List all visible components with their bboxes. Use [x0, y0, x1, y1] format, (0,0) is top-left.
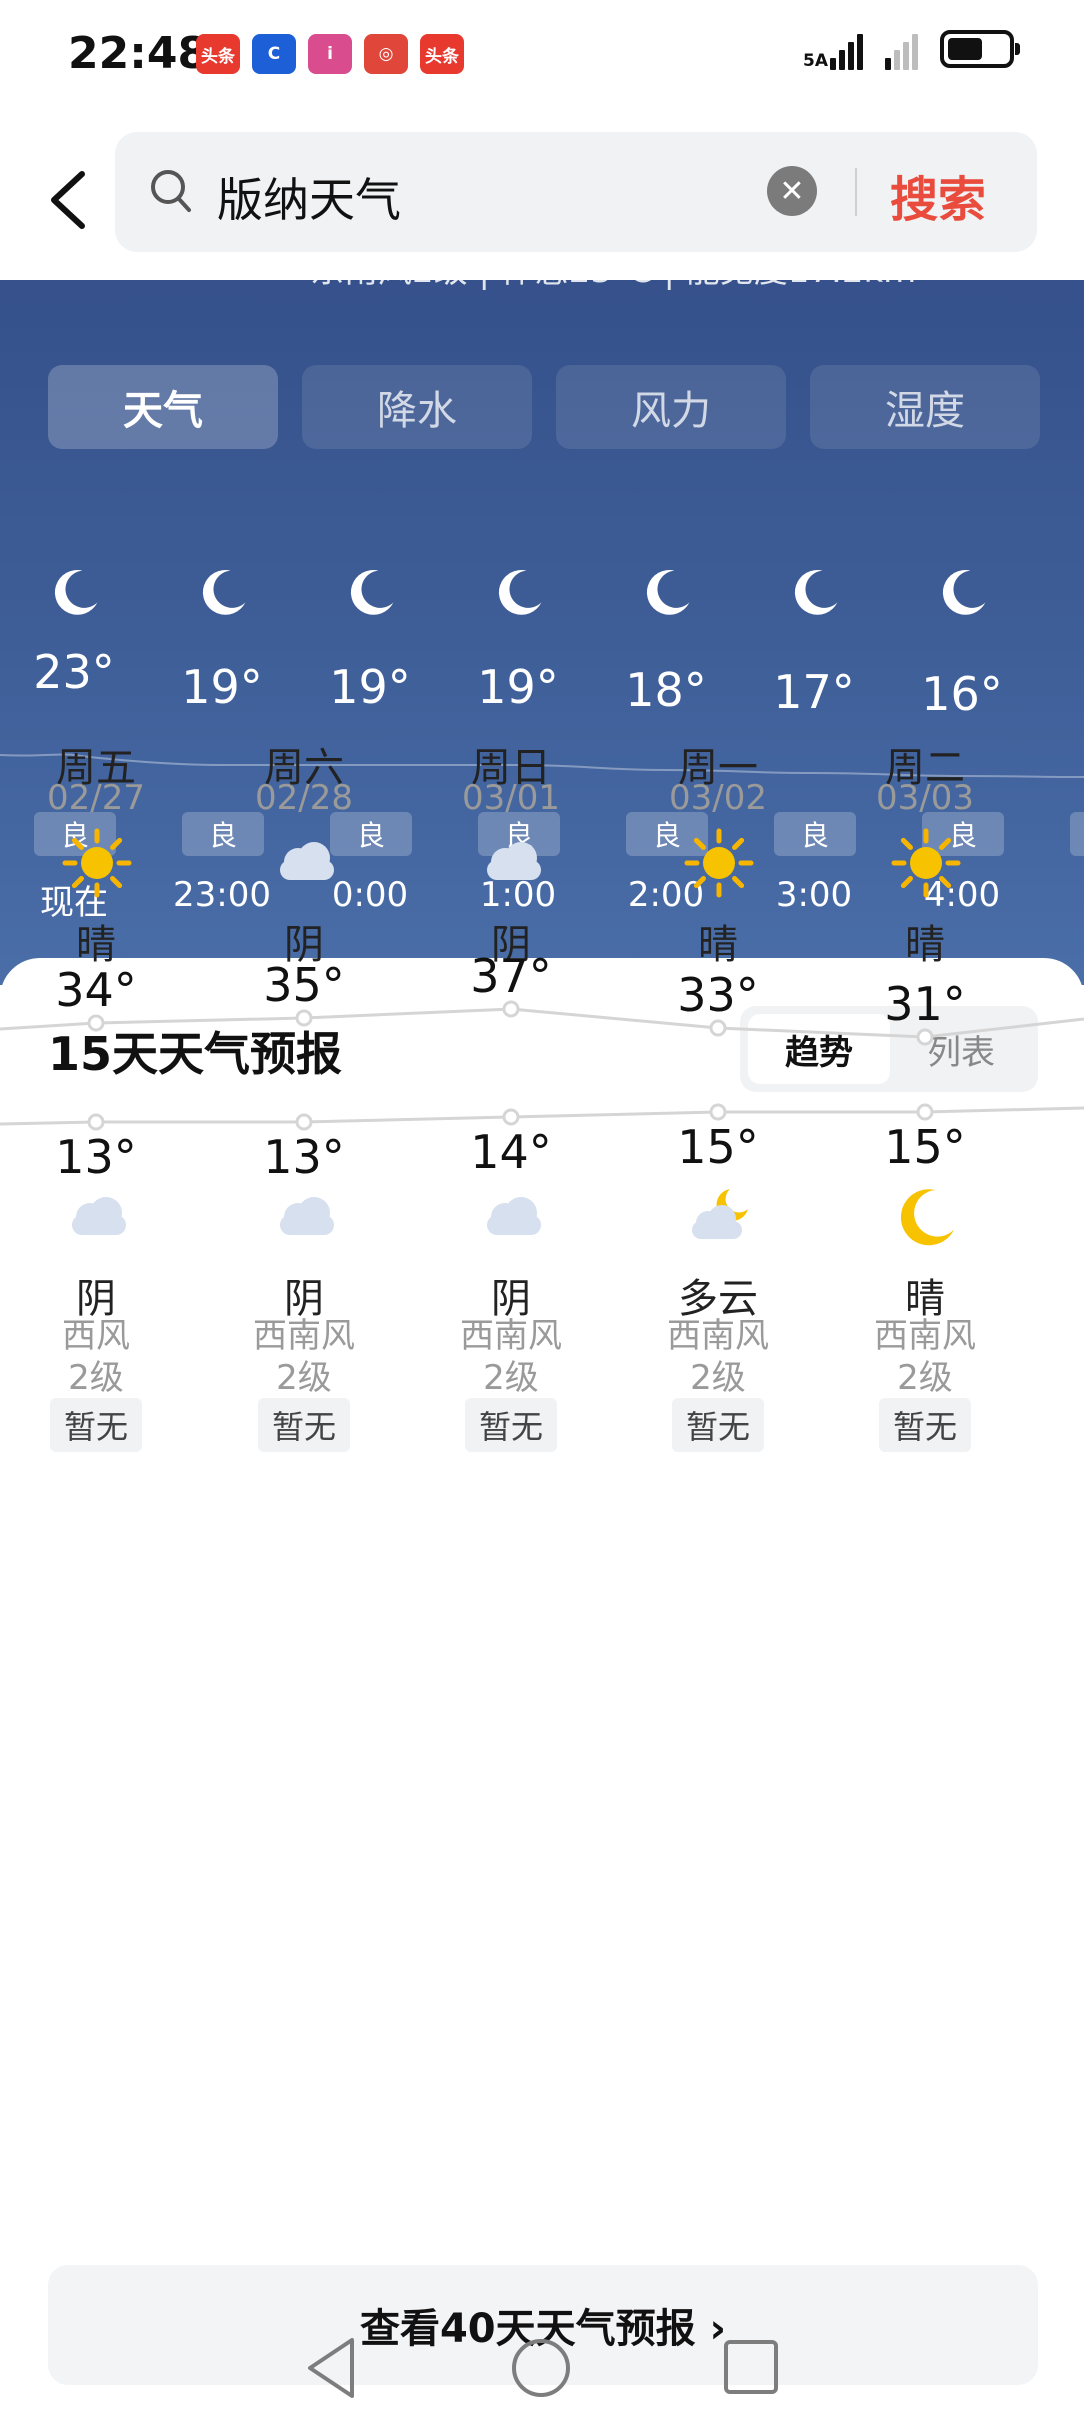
day-date: 03/02 — [669, 778, 767, 818]
search-button[interactable]: 搜索 — [890, 160, 986, 230]
moon-icon — [491, 565, 547, 625]
high-temp: 34° — [55, 963, 137, 1017]
cloud-icon — [477, 828, 547, 898]
hour-temp: 18° — [625, 663, 707, 717]
moon-icon — [639, 565, 695, 625]
app-i-icon: i — [308, 34, 352, 74]
moon-icon — [787, 565, 843, 625]
day-date: 03/03 — [876, 778, 974, 818]
high-temp: 37° — [470, 949, 552, 1003]
air-quality-badge: 暂无 — [465, 1398, 557, 1452]
low-temp: 14° — [470, 1125, 552, 1179]
wind-level: 2级 — [276, 1358, 332, 1398]
low-temp: 15° — [884, 1120, 966, 1174]
status-bar: 22:48 头条 C i ◎ 头条 5A — [0, 0, 1084, 110]
search-box[interactable]: 版纳天气 ✕ 搜索 — [115, 132, 1037, 252]
air-quality-badge: 暂无 — [672, 1398, 764, 1452]
search-input[interactable]: 版纳天气 — [217, 164, 401, 230]
wind-direction: 西南风 — [253, 1316, 355, 1356]
cloud-icon — [270, 1183, 340, 1253]
status-time: 22:48 — [68, 28, 209, 79]
high-temp: 33° — [677, 968, 759, 1022]
app-map-icon: ◎ — [364, 34, 408, 74]
forecast-card: 15天天气预报 趋势 列表 周五 02/27 晴 34° 13° 阴 西风 2级… — [0, 745, 1084, 2412]
air-quality-badge: 暂无 — [50, 1398, 142, 1452]
wind-level: 2级 — [483, 1358, 539, 1398]
notification-icons: 头条 C i ◎ 头条 — [196, 34, 464, 74]
cloud-icon — [477, 1183, 547, 1253]
clear-icon[interactable]: ✕ — [767, 166, 817, 216]
day-column[interactable]: 周五 02/27 晴 34° 13° 阴 西风 2级 暂无 — [0, 745, 196, 2412]
air-quality-badge: 暂无 — [258, 1398, 350, 1452]
toutiao-app-icon: 头条 — [196, 34, 240, 74]
hour-item: 17° 良 3:00 — [740, 265, 888, 985]
day-date: 02/28 — [255, 778, 353, 818]
sun-icon — [62, 828, 132, 898]
hour-temp: 19° — [477, 660, 559, 714]
day-column[interactable]: 周一 03/02 晴 33° 15° 多云 西南风 2级 暂无 — [618, 745, 818, 2412]
signal-2-icon — [885, 30, 918, 70]
app-c-icon: C — [252, 34, 296, 74]
moon-icon — [343, 565, 399, 625]
air-quality-badge: 暂无 — [879, 1398, 971, 1452]
day-condition: 晴 — [76, 922, 116, 968]
search-header: 版纳天气 ✕ 搜索 — [0, 110, 1084, 280]
moon-icon — [47, 565, 103, 625]
wind-direction: 西风 — [62, 1316, 130, 1356]
moon-cloud-icon — [684, 1183, 754, 1253]
wind-direction: 西南风 — [460, 1316, 562, 1356]
network-type-label: 5A — [803, 51, 828, 71]
low-temp: 15° — [677, 1120, 759, 1174]
moon-icon — [935, 565, 991, 625]
sun-icon — [684, 828, 754, 898]
wind-level: 2级 — [897, 1358, 953, 1398]
wind-direction: 西南风 — [874, 1316, 976, 1356]
high-temp: 35° — [263, 958, 345, 1012]
hour-temp: 19° — [329, 660, 411, 714]
hour-temp: 23° — [33, 645, 115, 699]
search-icon — [151, 170, 191, 212]
back-icon[interactable] — [40, 160, 100, 240]
moon-icon — [195, 565, 251, 625]
cloud-icon — [62, 1183, 132, 1253]
hour-temp: 19° — [181, 660, 263, 714]
hour-item: 良 5 — [1036, 265, 1084, 985]
cloud-icon — [270, 828, 340, 898]
aqi-badge: 良 — [182, 812, 264, 856]
low-temp: 13° — [55, 1130, 137, 1184]
aqi-badge: 良 — [1070, 812, 1084, 856]
divider — [855, 168, 857, 216]
system-indicators: 5A — [803, 30, 1020, 71]
day-condition: 晴 — [905, 922, 945, 968]
hour-time: 3:00 — [775, 875, 853, 915]
aqi-badge: 良 — [330, 812, 412, 856]
battery-icon — [940, 30, 1020, 68]
day-column[interactable]: 周二 03/03 晴 31° 15° 晴 西南风 2级 暂无 — [825, 745, 1025, 2412]
wind-direction: 西南风 — [667, 1316, 769, 1356]
wind-level: 2级 — [68, 1358, 124, 1398]
day-date: 02/27 — [47, 778, 145, 818]
more-forecast-button[interactable]: 查看40天天气预报 › — [48, 2265, 1038, 2385]
day-date: 03/01 — [462, 778, 560, 818]
day-column[interactable]: 周日 03/01 阴 37° 14° 阴 西南风 2级 暂无 — [411, 745, 611, 2412]
day-condition: 晴 — [698, 922, 738, 968]
day-column[interactable]: 周六 02/28 阴 35° 13° 阴 西南风 2级 暂无 — [204, 745, 404, 2412]
hour-temp: 17° — [773, 665, 855, 719]
sun-icon — [891, 828, 961, 898]
hour-time: 5 — [1036, 875, 1084, 915]
signal-icon — [830, 30, 863, 70]
wind-level: 2级 — [690, 1358, 746, 1398]
moon-icon — [891, 1183, 961, 1253]
low-temp: 13° — [263, 1130, 345, 1184]
toutiao-app-icon-2: 头条 — [420, 34, 464, 74]
aqi-badge: 良 — [774, 812, 856, 856]
high-temp: 31° — [884, 977, 966, 1031]
hour-temp: 16° — [921, 667, 1003, 721]
